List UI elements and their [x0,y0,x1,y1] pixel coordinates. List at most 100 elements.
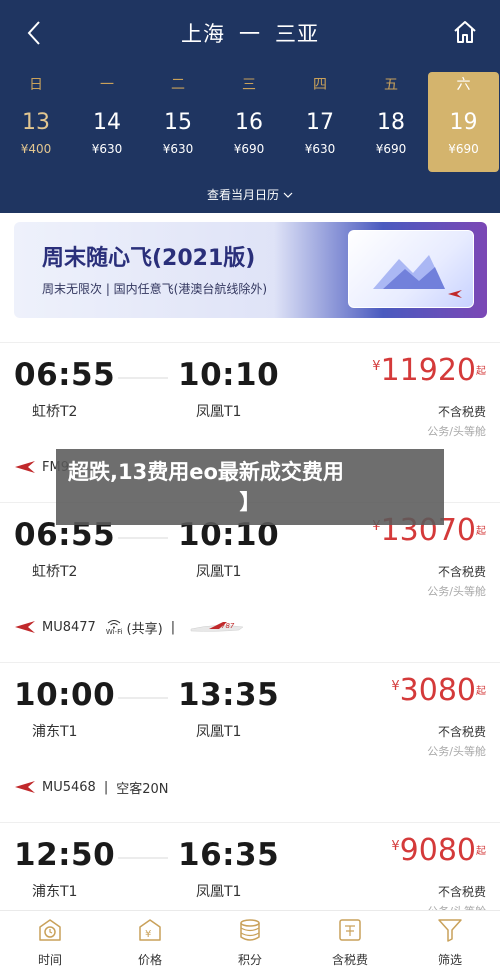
price-amount: 3080 [399,673,476,708]
departure-time: 10:00 [14,677,116,713]
departure-airport: 虹桥T2 [32,404,78,420]
nav-time[interactable]: 时间 [15,917,85,975]
day-number: 16 [235,110,263,135]
airline-logo-icon [15,461,35,473]
day-price: ¥630 [162,142,194,156]
arrival-time: 10:10 [178,357,280,393]
price-amount: 11920 [380,353,476,388]
month-calendar-link[interactable]: 查看当月日历 [0,186,500,203]
airline-logo-icon [15,781,35,793]
nav-tax[interactable]: 含税费 [315,917,385,975]
currency-symbol: ¥ [372,359,381,374]
home-button[interactable] [448,14,482,50]
promo-banner[interactable]: 周末随心飞(2021版) 周末无限次 | 国内任意飞(港澳台航线除外) [14,222,487,318]
weekday-label: 二 [171,77,185,93]
price-suffix: 起 [476,686,486,697]
top-bar: 上海一三亚 [0,0,500,64]
origin-city: 上海 [181,22,225,46]
banner-subtitle: 周末无限次 | 国内任意飞(港澳台航线除外) [42,282,268,296]
nav-label: 积分 [237,953,262,967]
coins-icon [240,919,260,941]
date-cell[interactable]: 三 16 ¥690 [220,72,278,172]
day-price: ¥630 [304,142,336,156]
tax-note: 不含税费 [437,725,486,739]
date-cell[interactable]: 一 14 ¥630 [78,72,136,172]
price-amount: 9080 [399,833,476,868]
day-price: ¥690 [448,142,479,156]
airline-logo-icon [448,290,462,298]
flight-item[interactable]: 06:55 10:10 虹桥T2 凤凰T1 ¥13070起 不含税费 公务/头等… [0,502,500,662]
weekday-label: 一 [100,77,114,93]
divider: | [103,779,109,795]
day-price: ¥400 [20,142,52,156]
weekday-label: 四 [313,77,327,93]
cabin-class: 公务/头等舱 [427,585,486,598]
route-arrow-icon [118,697,168,699]
day-number: 19 [449,110,478,135]
flight-price: ¥9080起 [391,833,486,868]
price-suffix: 起 [476,846,486,857]
weekday-label: 日 [29,77,43,93]
codeshare-label: (共享) [126,621,163,637]
departure-time: 12:50 [14,837,116,873]
aircraft-model: 787 [221,622,235,630]
currency-symbol: ¥ [391,679,400,694]
wifi-icon: Wi-Fi [106,619,123,636]
wifi-label: Wi-Fi [105,627,123,636]
nav-price[interactable]: ¥ 价格 [115,917,185,975]
arrival-airport: 凤凰T1 [196,884,242,900]
destination-city: 三亚 [275,22,319,46]
day-price: ¥690 [375,142,407,156]
arrival-time: 16:35 [178,837,280,873]
day-number: 17 [306,110,334,135]
day-price: ¥630 [91,142,123,156]
month-calendar-label: 查看当月日历 [206,188,279,202]
nav-filter[interactable]: 筛选 [415,917,485,975]
day-number: 18 [377,110,405,135]
day-price: ¥690 [233,142,265,156]
tax-note: 不含税费 [437,405,486,419]
date-cell[interactable]: 五 18 ¥690 [362,72,420,172]
arrival-airport: 凤凰T1 [196,564,242,580]
nav-label: 筛选 [437,953,462,967]
flight-price: ¥11920起 [372,353,486,388]
membership-card-image [348,230,474,308]
flight-info-row: MU5468 | 空客20N [14,775,169,799]
price-suffix: 起 [476,526,486,537]
tax-icon [339,919,361,941]
banner-title: 周末随心飞(2021版) [42,246,256,271]
home-icon [454,21,476,43]
divider: | [170,619,176,635]
weekday-label: 三 [242,77,256,93]
flight-number: MU8477 [42,619,96,635]
departure-airport: 浦东T1 [32,724,78,740]
date-cell[interactable]: 日 13 ¥400 [7,72,65,172]
route-arrow-icon [118,857,168,859]
day-number: 13 [22,110,50,135]
aircraft-type: 空客20N [116,781,169,797]
chevron-down-icon [283,188,293,202]
day-number: 15 [164,110,192,135]
currency-symbol: ¥ [391,839,400,854]
date-cell[interactable]: 二 15 ¥630 [149,72,207,172]
flight-info-row: MU8477 Wi-Fi (共享) | 787 [14,615,245,639]
bottom-nav: 时间 ¥ 价格 积分 含税费 筛选 [0,910,500,975]
nav-points[interactable]: 积分 [215,917,285,975]
nav-label: 含税费 [331,953,368,967]
header: 上海一三亚 日 13 ¥400 一 14 ¥630 二 15 ¥630 三 16… [0,0,500,213]
flight-item[interactable]: 10:00 13:35 浦东T1 凤凰T1 ¥3080起 不含税费 公务/头等舱… [0,662,500,822]
date-cell-selected[interactable]: 六 19 ¥690 [428,72,499,172]
card-art-icon [373,255,445,289]
date-cell[interactable]: 四 17 ¥630 [291,72,349,172]
cabin-class: 公务/头等舱 [427,745,486,758]
tax-note: 不含税费 [437,885,486,899]
price-tag-icon: ¥ [139,919,161,941]
departure-airport: 浦东T1 [32,884,78,900]
day-number: 14 [93,110,121,135]
departure-airport: 虹桥T2 [32,564,78,580]
cabin-class: 公务/头等舱 [427,425,486,438]
weekday-label: 五 [384,77,398,93]
nav-label: 价格 [137,953,162,967]
overlay-caption: 超跌,13费用eo最新成交费用 】 [56,449,444,525]
date-selector: 日 13 ¥400 一 14 ¥630 二 15 ¥630 三 16 ¥690 … [0,72,500,172]
